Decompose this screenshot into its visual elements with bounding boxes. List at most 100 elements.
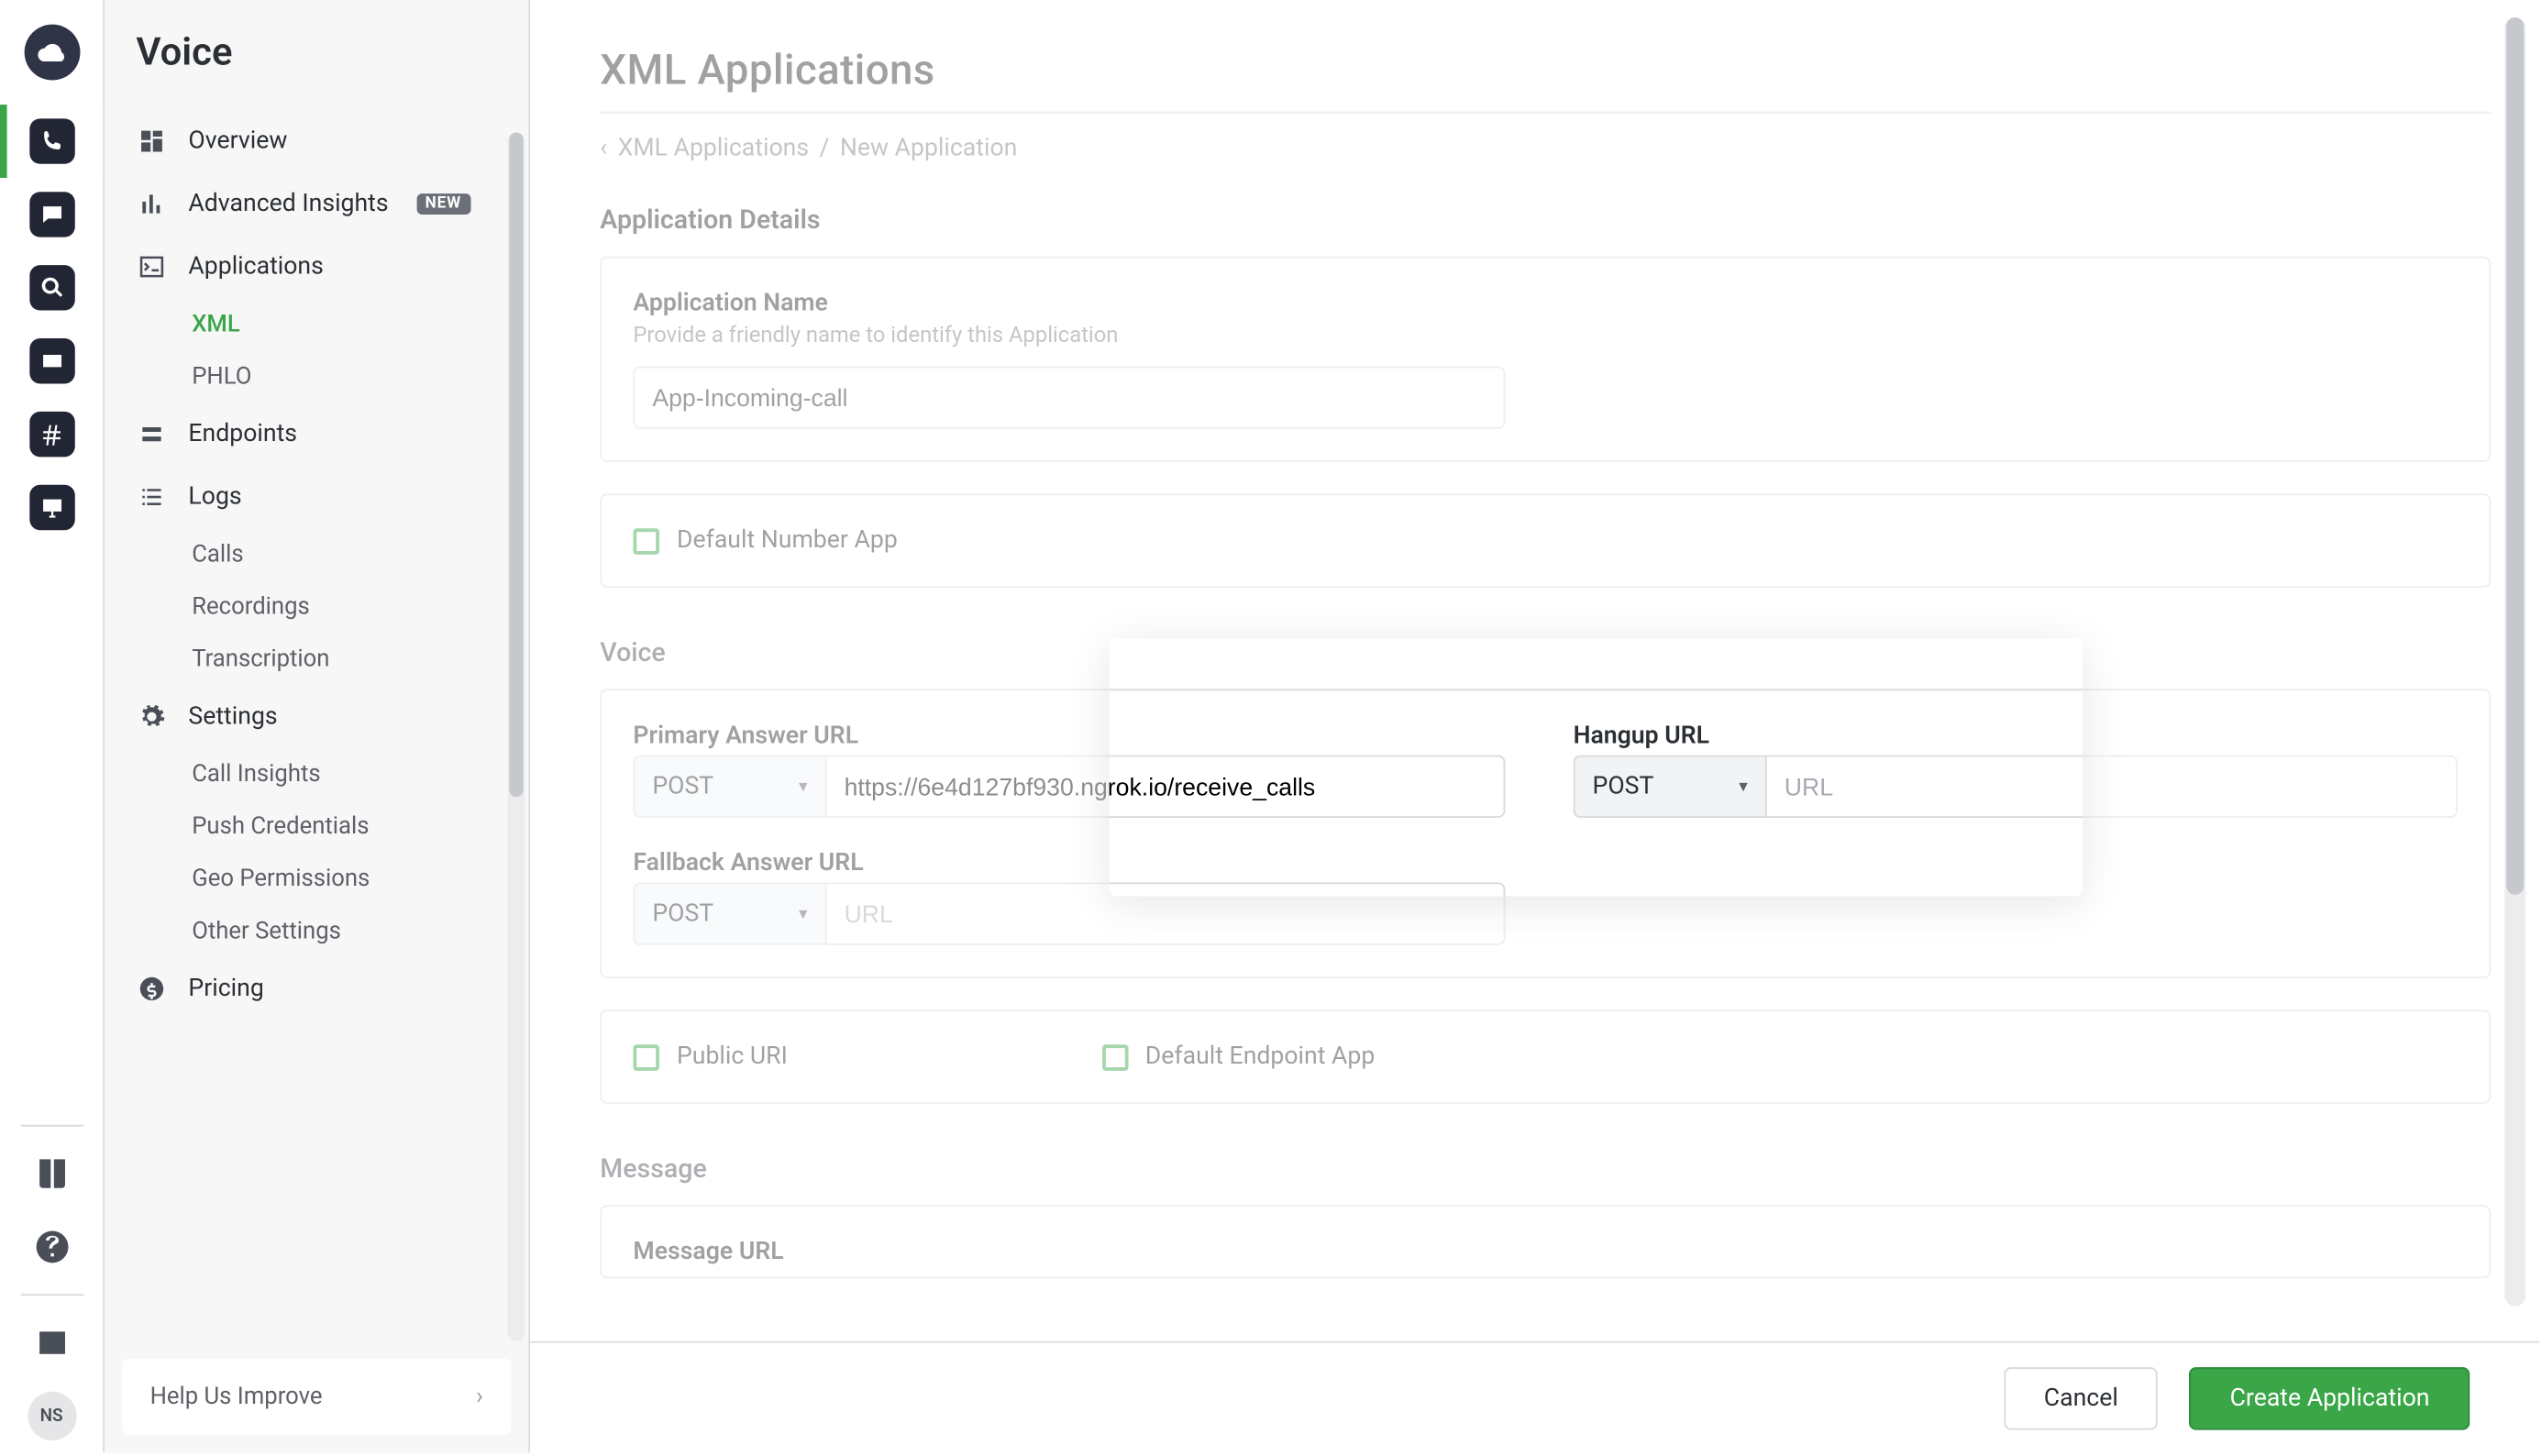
sidebar-item-settings[interactable]: Settings xyxy=(105,685,528,747)
checkbox-icon xyxy=(1101,1043,1128,1070)
chevron-left-icon: ‹ xyxy=(600,134,607,161)
default-number-app-checkbox-row[interactable]: Default Number App xyxy=(633,526,2457,554)
card-voice-urls: Primary Answer URL POST ▾ Fallback Answe… xyxy=(600,689,2491,978)
breadcrumb-sep: / xyxy=(819,134,829,161)
sidebar-subitem-push-credentials[interactable]: Push Credentials xyxy=(105,800,528,853)
main-scrollbar[interactable] xyxy=(2504,17,2525,1307)
fallback-answer-url-input[interactable] xyxy=(825,882,1506,944)
card-message-url: Message URL xyxy=(600,1205,2491,1278)
chevron-down-icon: ▾ xyxy=(799,904,808,923)
section-heading-voice: Voice xyxy=(600,636,2491,667)
rail-voice[interactable] xyxy=(0,105,103,178)
fallback-answer-method-select[interactable]: POST ▾ xyxy=(633,882,824,944)
method-value: POST xyxy=(652,899,713,927)
create-application-button[interactable]: Create Application xyxy=(2190,1366,2470,1428)
cloud-icon xyxy=(24,25,80,81)
sidebar-item-label: Settings xyxy=(188,703,277,731)
sidebar-item-label: Advanced Insights xyxy=(188,190,388,217)
avatar-icon: NS xyxy=(27,1392,75,1440)
primary-answer-url-group: POST ▾ xyxy=(633,756,1505,818)
sidebar-subitem-call-insights[interactable]: Call Insights xyxy=(105,748,528,800)
new-badge: NEW xyxy=(416,193,470,215)
billing-icon xyxy=(28,1320,73,1365)
footer-bar: Cancel Create Application xyxy=(530,1341,2539,1453)
cancel-button[interactable]: Cancel xyxy=(2004,1366,2159,1428)
fade-overlay xyxy=(530,1289,2491,1341)
sidebar-scrollbar[interactable] xyxy=(507,133,525,1341)
checkbox-icon xyxy=(633,527,659,554)
main-content: XML Applications ‹ XML Applications / Ne… xyxy=(530,0,2539,1452)
hash-icon xyxy=(28,412,73,457)
chevron-right-icon: › xyxy=(476,1383,483,1410)
rail-sip[interactable] xyxy=(0,325,103,398)
card-default-number-app: Default Number App xyxy=(600,493,2491,588)
sidebar-subitem-phlo[interactable]: PHLO xyxy=(105,350,528,403)
sidebar-subitem-other-settings[interactable]: Other Settings xyxy=(105,905,528,957)
method-value: POST xyxy=(652,773,713,800)
sidebar-item-label: Pricing xyxy=(188,975,263,1002)
app-name-input[interactable] xyxy=(633,366,1505,428)
fallback-answer-url-group: POST ▾ xyxy=(633,882,1505,944)
rail-help[interactable] xyxy=(0,1210,103,1284)
rail-billing[interactable] xyxy=(0,1307,103,1380)
rail-monitor[interactable] xyxy=(0,471,103,545)
sidebar-subitem-recordings[interactable]: Recordings xyxy=(105,580,528,633)
rail-account[interactable]: NS xyxy=(0,1379,103,1452)
page-title: XML Applications xyxy=(600,45,2491,94)
public-uri-checkbox-row[interactable]: Public URI xyxy=(633,1042,787,1070)
sidebar-item-insights[interactable]: Advanced Insights NEW xyxy=(105,172,528,235)
sidebar-item-logs[interactable]: Logs xyxy=(105,466,528,528)
bar-chart-icon xyxy=(136,188,167,219)
sidebar-help-improve[interactable]: Help Us Improve › xyxy=(122,1359,511,1436)
primary-answer-url-input[interactable] xyxy=(825,756,1506,818)
default-endpoint-app-checkbox-row[interactable]: Default Endpoint App xyxy=(1101,1042,1375,1070)
sidebar-item-overview[interactable]: Overview xyxy=(105,110,528,172)
phone-icon xyxy=(28,118,73,163)
breadcrumb[interactable]: ‹ XML Applications / New Application xyxy=(600,112,2491,162)
fallback-answer-url-label: Fallback Answer URL xyxy=(633,849,1517,877)
app-name-label: Application Name xyxy=(633,290,2457,317)
book-icon xyxy=(28,1151,73,1196)
list-icon xyxy=(136,481,167,513)
sidebar-item-label: Endpoints xyxy=(188,420,297,447)
sidebar-item-label: Applications xyxy=(188,253,323,281)
sidebar-subitem-geo-permissions[interactable]: Geo Permissions xyxy=(105,853,528,905)
rail-message[interactable] xyxy=(0,178,103,251)
sidebar-footer-label: Help Us Improve xyxy=(150,1383,323,1410)
endpoints-icon xyxy=(136,418,167,449)
chevron-down-icon: ▾ xyxy=(1739,777,1748,796)
sidebar-item-pricing[interactable]: Pricing xyxy=(105,957,528,1020)
sidebar-title: Voice xyxy=(105,0,528,85)
default-endpoint-app-label: Default Endpoint App xyxy=(1145,1042,1376,1070)
sidebar-item-label: Logs xyxy=(188,483,241,511)
zoom-icon xyxy=(28,265,73,310)
monitor-icon xyxy=(28,485,73,530)
sidebar-subitem-calls[interactable]: Calls xyxy=(105,528,528,580)
rail-lookup[interactable] xyxy=(0,251,103,325)
sidebar-item-applications[interactable]: Applications xyxy=(105,236,528,298)
primary-answer-method-select[interactable]: POST ▾ xyxy=(633,756,824,818)
spotlight-overlay xyxy=(530,0,2539,1341)
primary-answer-url-label: Primary Answer URL xyxy=(633,722,1517,749)
rail-docs[interactable] xyxy=(0,1137,103,1210)
checkbox-icon xyxy=(633,1043,659,1070)
hangup-method-select[interactable]: POST ▾ xyxy=(1574,756,1765,818)
global-rail: NS xyxy=(0,0,105,1452)
sidebar-subitem-xml[interactable]: XML xyxy=(105,298,528,350)
sidebar-subitem-transcription[interactable]: Transcription xyxy=(105,633,528,685)
sidebar-item-endpoints[interactable]: Endpoints xyxy=(105,403,528,465)
hangup-url-input[interactable] xyxy=(1765,756,2458,818)
message-icon xyxy=(28,192,73,237)
breadcrumb-parent: XML Applications xyxy=(618,134,809,161)
rail-numbers[interactable] xyxy=(0,398,103,471)
pricing-icon xyxy=(136,973,167,1004)
hangup-url-group: POST ▾ xyxy=(1574,756,2458,818)
hangup-url-label: Hangup URL xyxy=(1574,722,2458,749)
section-heading-details: Application Details xyxy=(600,204,2491,236)
default-number-app-label: Default Number App xyxy=(677,526,898,554)
card-voice-flags: Public URI Default Endpoint App xyxy=(600,1009,2491,1104)
public-uri-label: Public URI xyxy=(677,1042,788,1070)
rail-home[interactable] xyxy=(0,0,103,105)
help-icon xyxy=(28,1224,73,1269)
main-scroll: XML Applications ‹ XML Applications / Ne… xyxy=(530,0,2539,1341)
